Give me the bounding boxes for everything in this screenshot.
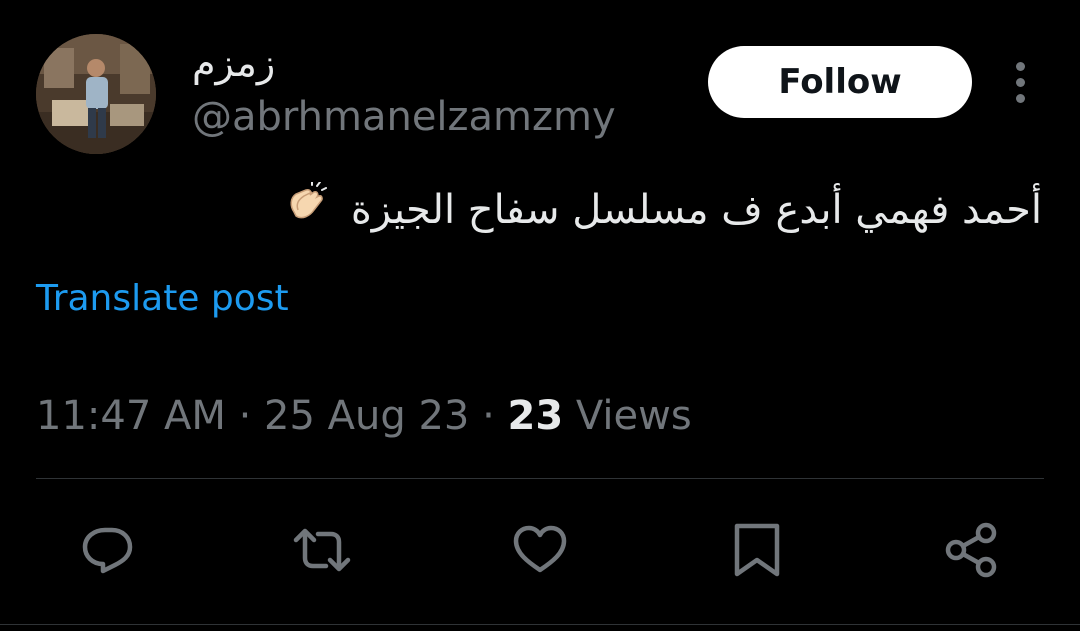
bottom-border — [0, 624, 1080, 625]
meta-separator: · — [482, 393, 495, 439]
more-dot — [1016, 94, 1025, 103]
views-label[interactable]: Views — [576, 393, 692, 439]
translate-post-link[interactable]: Translate post — [36, 276, 289, 322]
more-dot — [1016, 78, 1025, 87]
reply-icon[interactable] — [76, 518, 140, 582]
share-icon[interactable] — [940, 518, 1004, 582]
more-dot — [1016, 62, 1025, 71]
avatar-image — [36, 34, 156, 154]
post-text: أحمد فهمي أبدع ف مسلسل سفاح الجيزة — [350, 187, 1042, 233]
follow-button[interactable]: Follow — [708, 46, 972, 118]
author-handle[interactable]: @abrhmanelzamzmy — [192, 92, 616, 142]
avatar[interactable] — [36, 34, 156, 154]
bookmark-icon[interactable] — [726, 518, 790, 582]
more-options-icon[interactable] — [1004, 56, 1036, 108]
clapping-hands-icon — [284, 180, 328, 243]
repost-icon[interactable] — [290, 518, 354, 582]
post-meta: 11:47 AM · 25 Aug 23 · 23 Views — [36, 390, 692, 442]
meta-separator: · — [238, 393, 252, 439]
author-display-name[interactable]: زمزم — [192, 38, 275, 88]
views-count[interactable]: 23 — [508, 393, 564, 439]
like-icon[interactable] — [508, 518, 572, 582]
post-text-container: أحمد فهمي أبدع ف مسلسل سفاح الجيزة — [142, 180, 1042, 243]
post-time[interactable]: 11:47 AM — [36, 393, 226, 439]
divider — [36, 478, 1044, 479]
post-date[interactable]: 25 Aug 23 — [264, 393, 469, 439]
